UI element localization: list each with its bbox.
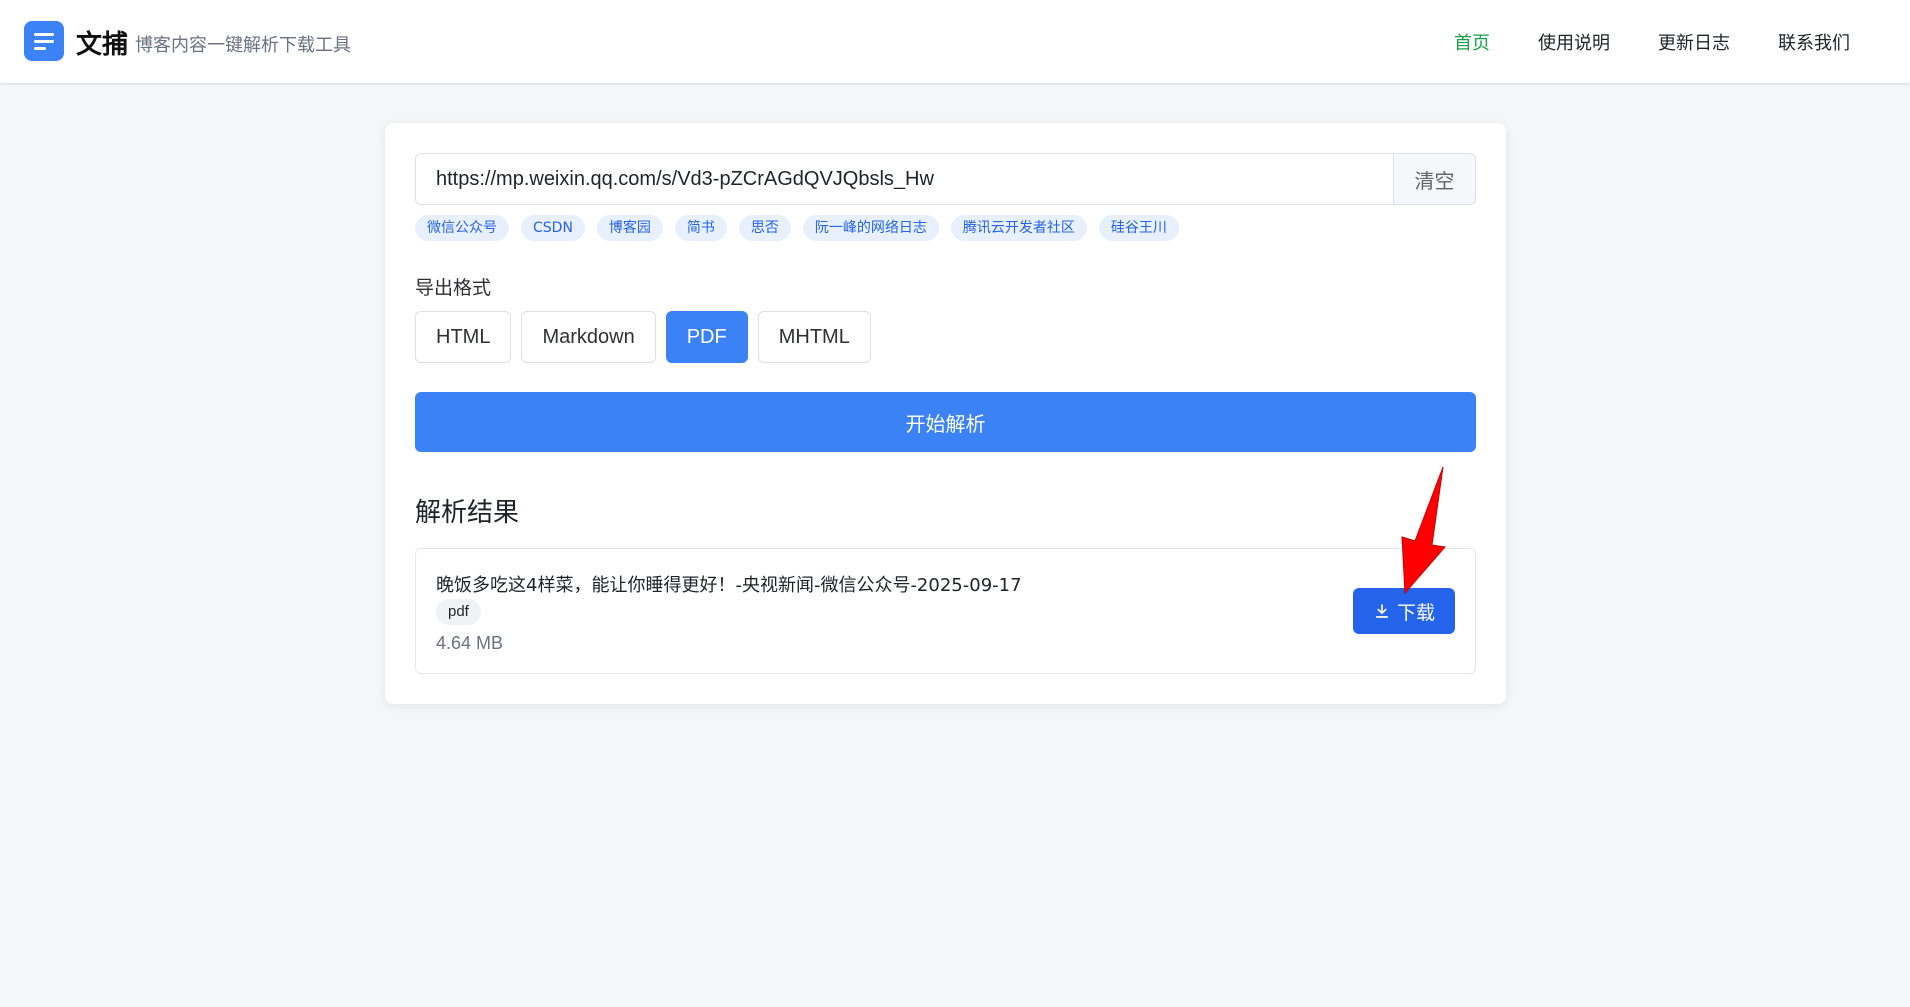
result-section-title: 解析结果 bbox=[415, 498, 520, 528]
download-icon bbox=[1375, 604, 1389, 618]
logo-menu-lines-icon[interactable] bbox=[24, 21, 64, 61]
top-header: 文捕 博客内容一键解析下载工具 首页 使用说明 更新日志 联系我们 bbox=[0, 0, 1910, 83]
tag-wechat[interactable]: 微信公众号 bbox=[415, 215, 509, 241]
brand-name[interactable]: 文捕 bbox=[76, 24, 128, 61]
tag-jianshu[interactable]: 简书 bbox=[674, 215, 727, 241]
start-parse-button[interactable]: 开始解析 bbox=[415, 392, 1476, 452]
result-item: 晚饭多吃这4样菜，能让你睡得更好！-央视新闻-微信公众号-2025-09-17 … bbox=[415, 548, 1476, 674]
source-tags: 微信公众号 CSDN 博客园 简书 思否 阮一峰的网络日志 腾讯云开发者社区 硅… bbox=[415, 215, 1179, 241]
tag-guigu-wangchuan[interactable]: 硅谷王川 bbox=[1098, 215, 1179, 241]
format-markdown-button[interactable]: Markdown bbox=[521, 311, 656, 363]
tag-csdn[interactable]: CSDN bbox=[521, 215, 585, 241]
main-card: 清空 微信公众号 CSDN 博客园 简书 思否 阮一峰的网络日志 腾讯云开发者社… bbox=[385, 123, 1506, 704]
url-input[interactable] bbox=[416, 154, 1393, 204]
tag-segmentfault[interactable]: 思否 bbox=[738, 215, 791, 241]
format-html-button[interactable]: HTML bbox=[415, 311, 512, 363]
brand-subtitle: 博客内容一键解析下载工具 bbox=[135, 35, 351, 56]
result-file-name: 晚饭多吃这4样菜，能让你睡得更好！-央视新闻-微信公众号-2025-09-17 bbox=[436, 575, 1022, 596]
nav-item-contact[interactable]: 联系我们 bbox=[1778, 29, 1850, 55]
nav-item-usage[interactable]: 使用说明 bbox=[1538, 29, 1610, 55]
url-input-group: 清空 bbox=[415, 153, 1476, 205]
clear-button[interactable]: 清空 bbox=[1393, 154, 1475, 204]
format-pdf-button[interactable]: PDF bbox=[665, 311, 748, 363]
nav-item-home[interactable]: 首页 bbox=[1454, 29, 1490, 55]
nav-item-changelog[interactable]: 更新日志 bbox=[1658, 29, 1730, 55]
tag-cnblogs[interactable]: 博客园 bbox=[596, 215, 663, 241]
tag-ruanyifeng[interactable]: 阮一峰的网络日志 bbox=[802, 215, 939, 241]
format-selector: HTML Markdown PDF MHTML bbox=[415, 311, 871, 363]
main-nav: 首页 使用说明 更新日志 联系我们 bbox=[1454, 0, 1850, 83]
download-button[interactable]: 下载 bbox=[1353, 588, 1455, 634]
tag-tencent-cloud[interactable]: 腾讯云开发者社区 bbox=[950, 215, 1087, 241]
export-format-label: 导出格式 bbox=[415, 277, 492, 299]
result-file-size: 4.64 MB bbox=[436, 633, 504, 653]
format-mhtml-button[interactable]: MHTML bbox=[757, 311, 871, 363]
download-label: 下载 bbox=[1396, 601, 1435, 624]
result-format-badge: pdf bbox=[436, 599, 481, 625]
